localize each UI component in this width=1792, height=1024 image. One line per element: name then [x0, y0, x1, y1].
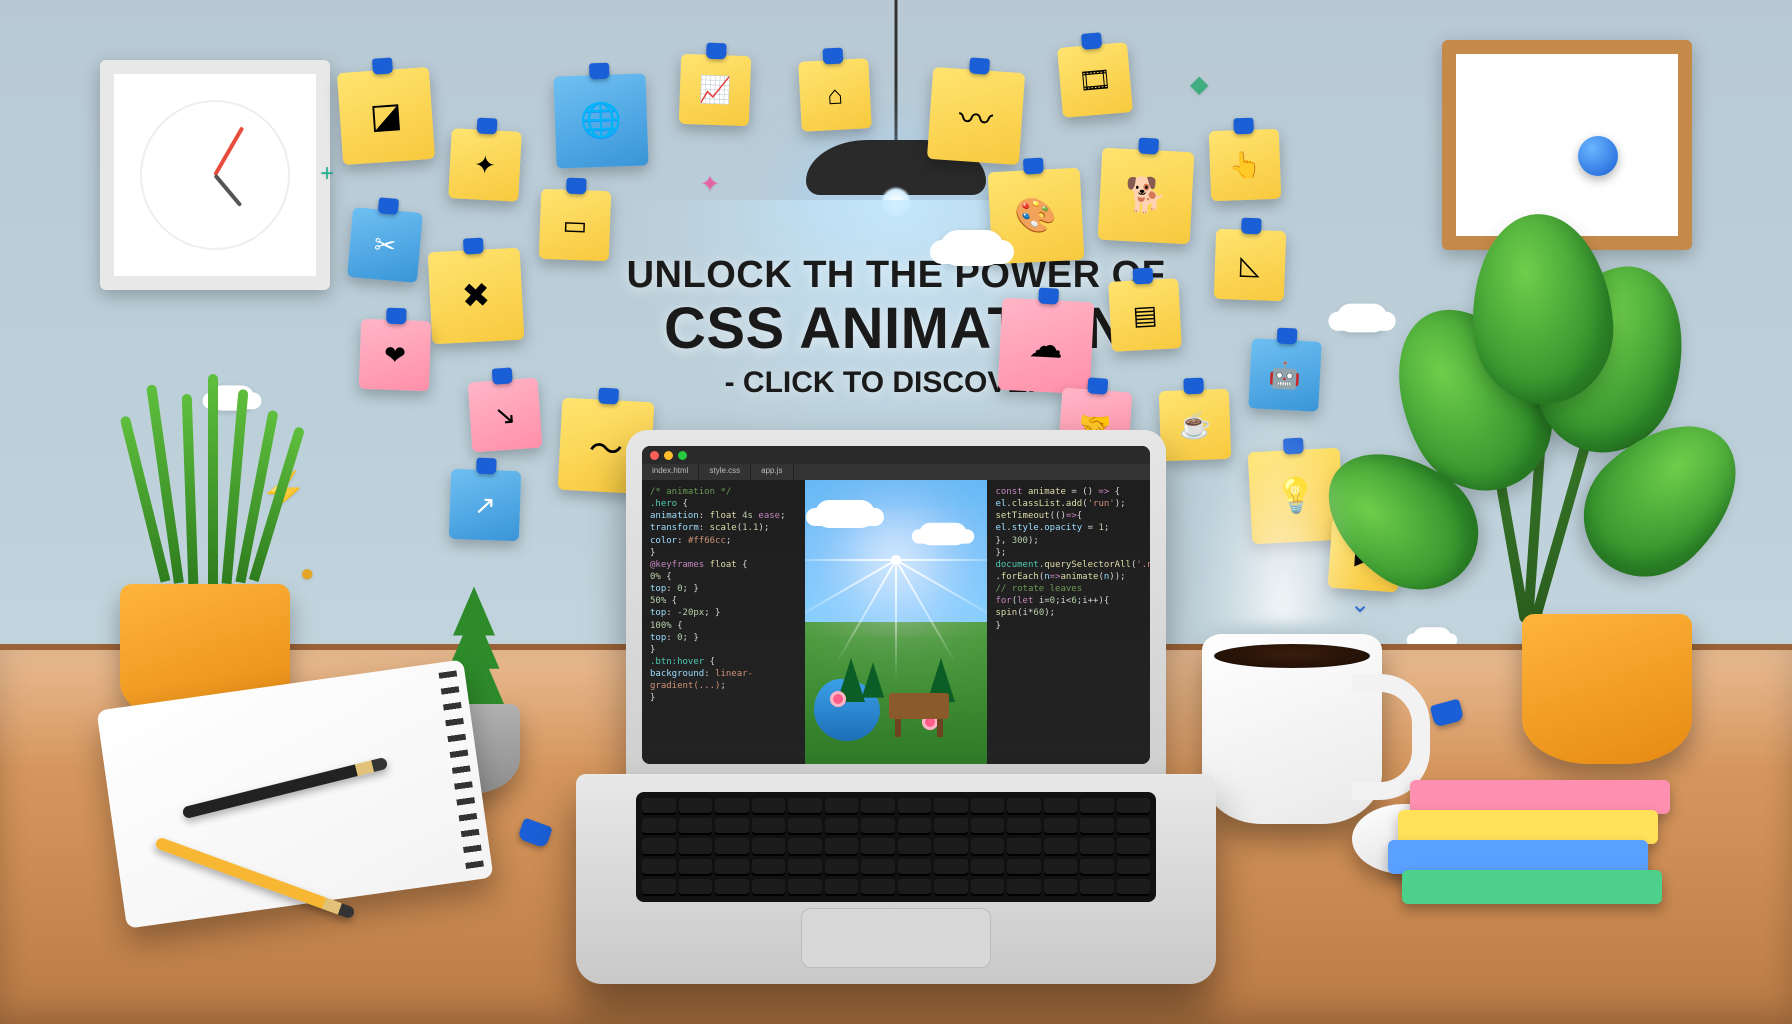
- plus-icon: +: [320, 160, 334, 188]
- lamp-wire: [895, 0, 898, 150]
- triangle-icon: ◺: [1239, 249, 1260, 281]
- sticky-note: 👆: [1209, 129, 1281, 201]
- sticky-note: 📈: [679, 54, 751, 126]
- laptop-base: [576, 774, 1216, 984]
- workspace-illustration: UNLOCK TH THE POWER OF CSS ANIMATION - C…: [0, 0, 1792, 1024]
- sticky-note: 🐕: [1098, 148, 1195, 245]
- film-icon: 🎞: [1077, 63, 1113, 97]
- cloud-icon: ☁: [1028, 325, 1064, 367]
- book-stack: [1392, 784, 1652, 904]
- sticky-note: ✖: [428, 248, 525, 345]
- sticky-note: ▤: [1108, 278, 1182, 352]
- cross-icon: ✖: [461, 275, 492, 316]
- layers-icon: ▤: [1132, 299, 1158, 331]
- arrow-icon: ↘: [493, 399, 517, 431]
- editor-tab: app.js: [751, 464, 793, 480]
- art-blue-sphere: [1578, 136, 1618, 176]
- sparkle-icon: ✦: [473, 149, 496, 181]
- sticky-note: ↘: [468, 378, 543, 453]
- headline-line1: UNLOCK TH THE POWER OF: [627, 255, 1166, 296]
- laptop-screen-shell: index.html style.css app.js /* animation…: [626, 430, 1166, 780]
- preview-pane: [805, 480, 988, 764]
- cloud-decoration: [940, 230, 1004, 266]
- sticky-note: ☁: [998, 298, 1095, 395]
- scissors-icon: ✂: [373, 229, 397, 262]
- window-icon: ▭: [562, 209, 588, 241]
- laptop: index.html style.css app.js /* animation…: [576, 430, 1216, 984]
- large-plant: [1362, 244, 1722, 624]
- book: [1410, 780, 1670, 814]
- book: [1388, 840, 1648, 874]
- bolt-icon: ⚡: [260, 470, 307, 514]
- editor-tabs: index.html style.css app.js: [642, 464, 1150, 480]
- code-pane-left: /* animation */.hero { animation: float …: [642, 480, 805, 764]
- window-dot-yellow: [664, 451, 673, 460]
- chart-icon: 📈: [698, 74, 731, 106]
- diamond-icon: ◆: [1190, 70, 1208, 99]
- laptop-trackpad: [801, 908, 991, 968]
- wall-art-frame: [1442, 40, 1692, 250]
- bot-icon: 🤖: [1268, 359, 1302, 392]
- sticky-note: ✂: [347, 207, 423, 283]
- coffee-mug: [1202, 634, 1382, 824]
- callout-icon: ⌂: [826, 79, 843, 111]
- coffee-liquid: [1214, 644, 1370, 668]
- clock-face: [140, 100, 290, 250]
- scribble-icon: 〰: [957, 90, 994, 141]
- code-pane-right: const animate = () => { el.classList.add…: [987, 480, 1150, 764]
- cloud-decoration: [210, 385, 255, 410]
- palette-icon: 🎨: [1014, 195, 1058, 237]
- dog-icon: 🐕: [1124, 175, 1168, 217]
- sticky-note: 🎞: [1057, 42, 1133, 118]
- lamp-bulb: [882, 188, 910, 216]
- picnic-table: [889, 693, 949, 719]
- sticky-note: ↗: [449, 469, 521, 541]
- editor-tab: style.css: [699, 464, 751, 480]
- cube-icon: ◪: [369, 95, 404, 137]
- sticky-note: ▭: [539, 189, 611, 261]
- sticky-note: 〰: [927, 67, 1025, 165]
- book: [1402, 870, 1662, 904]
- editor-tab: index.html: [642, 464, 699, 480]
- laptop-keyboard: [636, 792, 1156, 902]
- sparkle-icon: ✦: [700, 170, 720, 199]
- book: [1398, 810, 1658, 844]
- plant-pot-right: [1522, 614, 1692, 764]
- bulb-icon: 💡: [1274, 475, 1318, 517]
- wall-clock-frame: [100, 60, 330, 290]
- sticky-note: ◺: [1214, 229, 1286, 301]
- editor-titlebar: [642, 446, 1150, 464]
- window-dot-green: [678, 451, 687, 460]
- coin-icon: ●: [300, 560, 315, 588]
- laptop-screen: index.html style.css app.js /* animation…: [642, 446, 1150, 764]
- clock-hand-minute: [213, 126, 244, 176]
- sticky-note: 🌐: [553, 73, 648, 168]
- heart-icon: ❤: [384, 339, 407, 371]
- clock-hand-hour: [213, 174, 242, 207]
- sticky-note: ◪: [337, 67, 435, 165]
- hand-icon: 👆: [1228, 149, 1261, 181]
- cursor-icon: ↗: [474, 489, 497, 521]
- globe-icon: 🌐: [579, 100, 623, 141]
- sticky-note: ❤: [359, 319, 431, 391]
- sticky-note: ⌂: [798, 58, 872, 132]
- window-dot-red: [650, 451, 659, 460]
- sticky-note: ✦: [448, 128, 522, 202]
- sticky-note: 🤖: [1248, 338, 1322, 412]
- editor-body: /* animation */.hero { animation: float …: [642, 480, 1150, 764]
